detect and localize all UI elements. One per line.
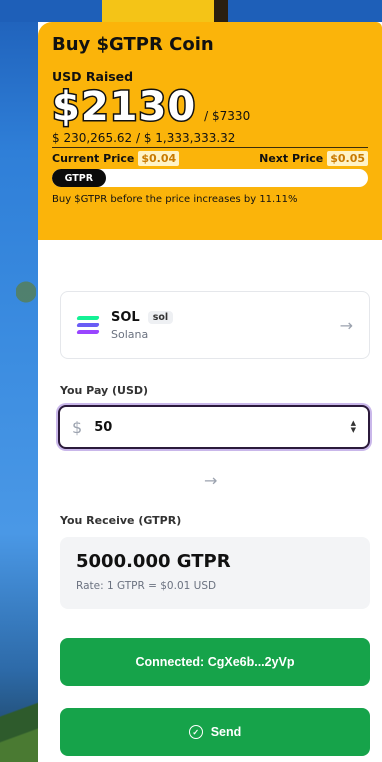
presale-progress-bar: GTPR: [52, 169, 368, 187]
progress-label: GTPR: [64, 172, 94, 184]
background-scenery-top: [0, 0, 382, 22]
next-price: Next Price $0.05: [259, 151, 368, 166]
purchase-form: SOL sol Solana → You Pay (USD) $ ▲ ▼ → Y…: [38, 240, 382, 762]
swap-arrow-icon: →: [204, 471, 218, 490]
receive-amount: 5000.000 GTPR: [76, 551, 231, 572]
send-label: Send: [210, 725, 242, 739]
page-title: Buy $GTPR Coin: [52, 34, 214, 55]
presale-header: Buy $GTPR Coin USD Raised $2130 / $7330 …: [38, 22, 382, 240]
token-name: SOL: [111, 309, 140, 325]
wallet-connected-button[interactable]: Connected: CgXe6b...2yVp: [60, 638, 370, 686]
receive-box: 5000.000 GTPR Rate: 1 GTPR = $0.01 USD: [60, 537, 370, 609]
pay-input-wrapper: $ ▲ ▼: [58, 405, 370, 449]
next-price-value: $0.05: [327, 151, 368, 166]
solana-icon-bar-bottom: [76, 330, 100, 334]
pay-amount-input[interactable]: [94, 419, 315, 435]
token-tag: sol: [147, 310, 174, 324]
price-increase-note: Buy $GTPR before the price increases by …: [52, 194, 298, 205]
exchange-rate: Rate: 1 GTPR = $0.01 USD: [76, 580, 217, 592]
price-row: Current Price $0.04 Next Price $0.05: [52, 151, 368, 166]
receive-label: You Receive (GTPR): [60, 514, 182, 527]
current-price: Current Price $0.04: [52, 151, 180, 166]
token-name-row: SOL sol: [111, 309, 174, 325]
pay-label: You Pay (USD): [60, 384, 149, 397]
token-text: SOL sol Solana: [111, 309, 174, 341]
raised-total-line: $ 230,265.62 / $ 1,333,333.32: [52, 131, 368, 148]
background-yellow-strip: [102, 0, 214, 22]
background-scenery-left: [0, 0, 38, 762]
usd-raised-amount: $2130: [50, 84, 197, 130]
background-dark-strip: [214, 0, 228, 22]
background-foliage: [16, 280, 36, 310]
usd-raised-label: USD Raised: [52, 69, 134, 84]
next-price-label: Next Price: [259, 152, 324, 165]
token-selector[interactable]: SOL sol Solana →: [60, 291, 370, 359]
amount-stepper[interactable]: ▲ ▼: [351, 420, 356, 434]
current-price-value: $0.04: [138, 151, 180, 166]
arrow-right-icon: →: [339, 315, 353, 335]
solana-icon-bar-middle: [76, 323, 100, 327]
stepper-down-icon[interactable]: ▼: [351, 427, 356, 434]
background-palm: [0, 690, 38, 762]
send-button[interactable]: ✓ Send: [60, 708, 370, 756]
token-network: Solana: [111, 327, 149, 341]
current-price-label: Current Price: [52, 152, 135, 165]
check-circle-icon: ✓: [188, 725, 203, 739]
dollar-icon: $: [72, 417, 83, 437]
amount-row: $2130 / $7330: [50, 84, 368, 130]
presale-progress-fill: GTPR: [52, 169, 106, 187]
solana-icon: [76, 316, 100, 334]
usd-goal: / $7330: [204, 109, 251, 123]
solana-icon-bar-top: [76, 316, 100, 320]
